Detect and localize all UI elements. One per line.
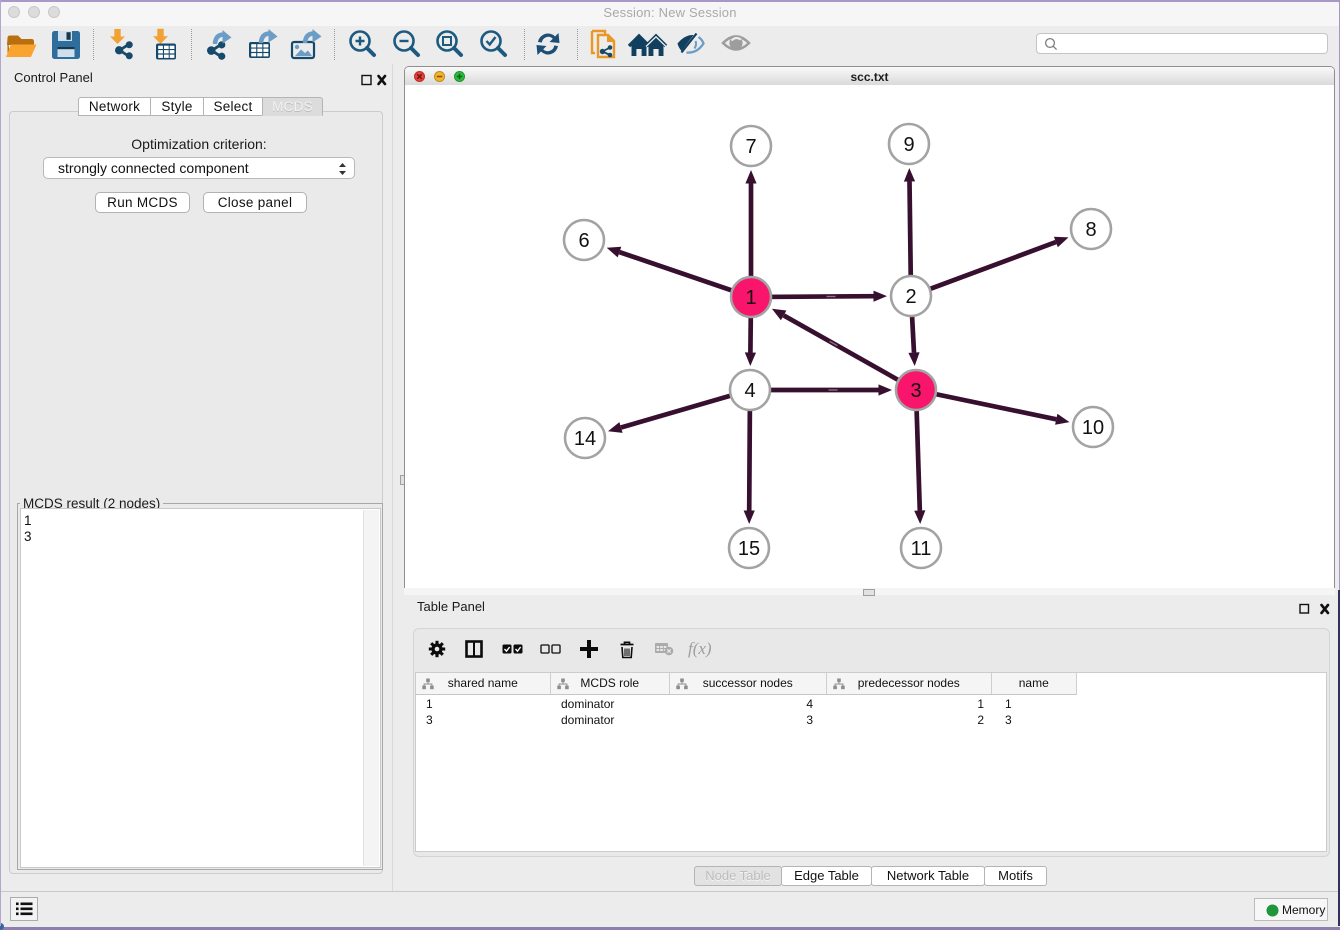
svg-text:1: 1 [745, 287, 756, 309]
svg-text:10: 10 [1082, 417, 1104, 439]
svg-text:15: 15 [738, 538, 760, 560]
svg-text:2: 2 [905, 286, 916, 308]
svg-text:4: 4 [744, 380, 755, 402]
svg-text:f(x): f(x) [688, 639, 712, 658]
svg-text:7: 7 [745, 136, 756, 158]
svg-text:14: 14 [574, 428, 596, 450]
svg-text:3: 3 [910, 380, 921, 402]
svg-text:9: 9 [903, 134, 914, 156]
svg-text:8: 8 [1085, 219, 1096, 241]
svg-text:11: 11 [911, 538, 932, 560]
svg-text:6: 6 [578, 230, 589, 252]
